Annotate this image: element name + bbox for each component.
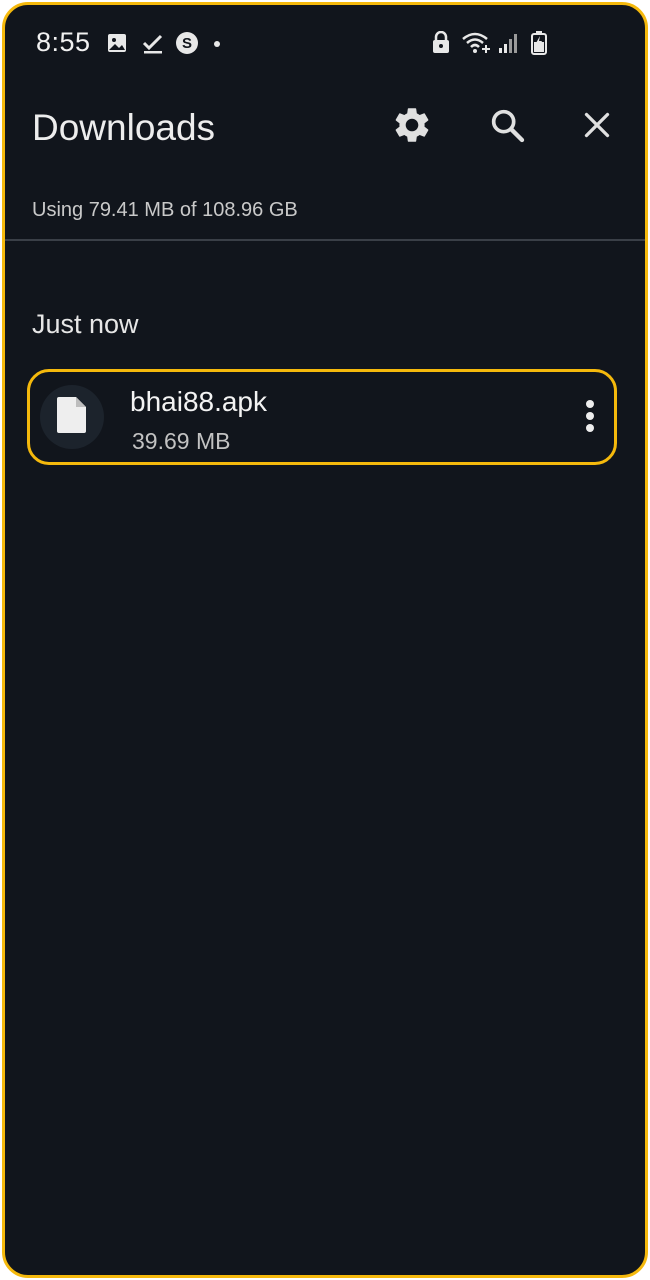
status-time: 8:55 (36, 27, 91, 57)
skype-icon: S (175, 31, 199, 55)
more-options-button[interactable] (570, 394, 610, 442)
lock-icon (429, 31, 453, 55)
file-thumbnail (40, 385, 104, 449)
storage-usage-text: Using 79.41 MB of 108.96 GB (32, 199, 298, 221)
app-toolbar: Downloads (5, 85, 645, 175)
search-icon (487, 105, 527, 150)
notification-dot-icon (214, 41, 220, 47)
file-size: 39.69 MB (132, 428, 231, 454)
close-button[interactable] (573, 103, 621, 151)
signal-icon (497, 31, 521, 55)
wifi-plus-icon (461, 31, 493, 55)
download-item[interactable]: bhai88.apk 39.69 MB (27, 369, 617, 465)
phone-screen: 8:55 S Downloads Using 79.41 MB of 108.9… (2, 2, 648, 1278)
file-icon (55, 395, 89, 440)
gallery-icon (105, 31, 129, 55)
file-name: bhai88.apk (130, 386, 268, 417)
settings-button[interactable] (388, 103, 436, 151)
close-icon (579, 107, 615, 148)
section-header-just-now: Just now (32, 309, 139, 339)
divider (5, 239, 645, 241)
settings-icon (391, 104, 433, 151)
more-vert-icon (584, 398, 596, 439)
status-bar: 8:55 S (5, 5, 645, 85)
check-icon (141, 31, 165, 55)
page-title: Downloads (32, 107, 216, 148)
search-button[interactable] (483, 103, 531, 151)
svg-text:S: S (182, 35, 192, 52)
battery-icon (527, 31, 551, 55)
